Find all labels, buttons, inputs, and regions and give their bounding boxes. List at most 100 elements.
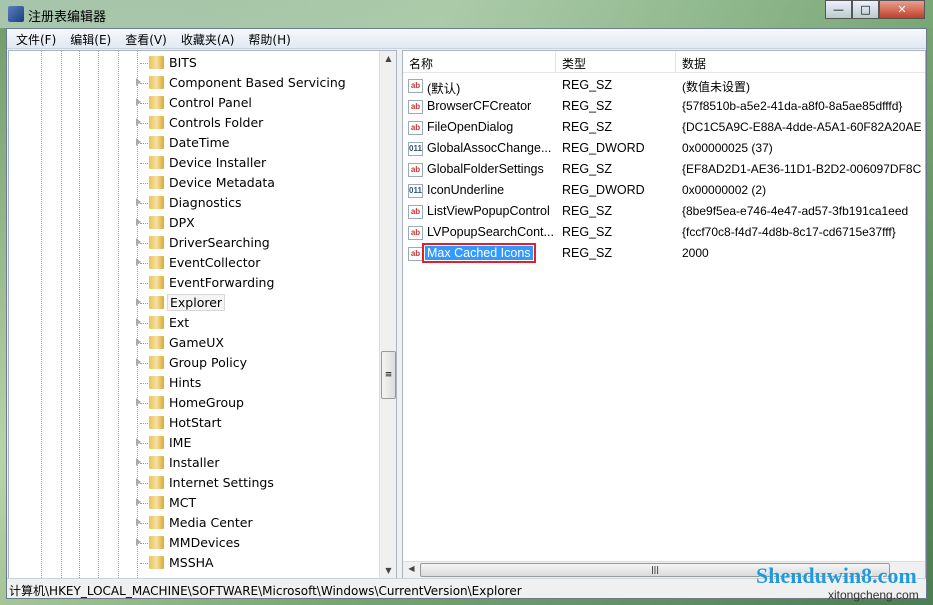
value-data: {DC1C5A9C-E88A-4dde-A5A1-60F82A20AE: [682, 120, 922, 134]
value-row[interactable]: ab ListViewPopupControl REG_SZ {8be9f5ea-e7…: [403, 202, 925, 223]
menu-file[interactable]: 文件(F): [9, 29, 63, 48]
maximize-button[interactable]: □: [852, 0, 879, 19]
tree-vertical-scrollbar[interactable]: ▲ ≡ ▼: [379, 51, 396, 578]
value-data: 2000: [682, 246, 709, 260]
tree-item[interactable]: EventCollector: [9, 253, 379, 273]
tree-item[interactable]: Device Metadata: [9, 173, 379, 193]
tree-item-label: IME: [169, 435, 192, 450]
menu-favorites[interactable]: 收藏夹(A): [174, 29, 242, 48]
scroll-left-arrow-icon[interactable]: ◀: [403, 564, 420, 573]
tree-item[interactable]: Diagnostics: [9, 193, 379, 213]
expand-arrow-icon[interactable]: [136, 198, 141, 206]
column-header-type[interactable]: 类型: [556, 51, 676, 73]
expand-arrow-icon[interactable]: [136, 498, 141, 506]
expand-arrow-icon[interactable]: [136, 138, 141, 146]
value-row[interactable]: ab Max Cached Icons REG_SZ 2000: [403, 243, 925, 265]
tree-item[interactable]: Installer: [9, 453, 379, 473]
tree-item[interactable]: IME: [9, 433, 379, 453]
tree-item[interactable]: DriverSearching: [9, 233, 379, 253]
tree-item[interactable]: HotStart: [9, 413, 379, 433]
tree-item[interactable]: Group Policy: [9, 353, 379, 373]
folder-icon: [149, 516, 164, 529]
expand-arrow-icon[interactable]: [136, 398, 141, 406]
tree-item[interactable]: DateTime: [9, 133, 379, 153]
tree-item[interactable]: Internet Settings: [9, 473, 379, 493]
column-header-name[interactable]: 名称: [403, 51, 556, 73]
tree-item-label: GameUX: [169, 335, 224, 350]
folder-icon: [149, 176, 164, 189]
value-row[interactable]: 011 IconUnderline REG_DWORD 0x00000002 (2): [403, 181, 925, 202]
menu-edit[interactable]: 编辑(E): [63, 29, 118, 48]
value-name: IconUnderline: [427, 183, 505, 197]
value-row[interactable]: ab FileOpenDialog REG_SZ {DC1C5A9C-E88A-4dd…: [403, 118, 925, 139]
menu-view[interactable]: 查看(V): [118, 29, 174, 48]
folder-icon: [149, 116, 164, 129]
expand-arrow-icon[interactable]: [136, 458, 141, 466]
expand-arrow-icon[interactable]: [136, 438, 141, 446]
value-row[interactable]: ab LVPopupSearchCont... REG_SZ {fccf70c8-f4…: [403, 223, 925, 244]
value-row[interactable]: ab BrowserCFCreator REG_SZ {57f8510b-a5e2-4…: [403, 97, 925, 118]
folder-icon: [149, 356, 164, 369]
string-value-icon: ab: [408, 79, 423, 93]
tree-item-label: Media Center: [169, 515, 253, 530]
folder-icon: [149, 156, 164, 169]
scroll-up-arrow-icon[interactable]: ▲: [380, 54, 397, 63]
tree-item[interactable]: HomeGroup: [9, 393, 379, 413]
folder-icon: [149, 416, 164, 429]
value-row[interactable]: ab GlobalFolderSettings REG_SZ {EF8AD2D1-AE…: [403, 160, 925, 181]
value-name: GlobalFolderSettings: [427, 162, 544, 176]
tree-item[interactable]: Media Center: [9, 513, 379, 533]
expand-arrow-icon[interactable]: [136, 538, 141, 546]
expand-arrow-icon[interactable]: [136, 78, 141, 86]
tree-item[interactable]: Control Panel: [9, 93, 379, 113]
expand-arrow-icon[interactable]: [136, 338, 141, 346]
tree-item[interactable]: Controls Folder: [9, 113, 379, 133]
expand-arrow-icon[interactable]: [136, 518, 141, 526]
watermark-main: Shenduwin8.com: [756, 563, 917, 588]
scroll-down-arrow-icon[interactable]: ▼: [380, 566, 397, 575]
close-button[interactable]: ✕: [879, 0, 925, 19]
tree-item-label: MSSHA: [169, 555, 214, 570]
tree-item-label: Component Based Servicing: [169, 75, 346, 90]
minimize-button[interactable]: —: [825, 0, 852, 19]
tree-item[interactable]: DPX: [9, 213, 379, 233]
expand-arrow-icon[interactable]: [136, 218, 141, 226]
expand-arrow-icon[interactable]: [136, 238, 141, 246]
values-header: 名称 类型 数据: [403, 51, 925, 73]
tree-item[interactable]: BITS: [9, 53, 379, 73]
value-data: 0x00000002 (2): [682, 183, 767, 197]
tree-item-label: Explorer: [167, 294, 226, 311]
expand-arrow-icon[interactable]: [136, 358, 141, 366]
expand-arrow-icon[interactable]: [136, 258, 141, 266]
tree-item[interactable]: Device Installer: [9, 153, 379, 173]
tree-item[interactable]: EventForwarding: [9, 273, 379, 293]
tree-item[interactable]: Ext: [9, 313, 379, 333]
value-data: (数值未设置): [682, 80, 750, 94]
menu-help[interactable]: 帮助(H): [241, 29, 297, 48]
expand-arrow-icon[interactable]: [136, 478, 141, 486]
tree-item[interactable]: Hints: [9, 373, 379, 393]
tree-item[interactable]: Explorer: [9, 293, 379, 313]
tree-scroll-thumb[interactable]: ≡: [381, 351, 396, 399]
tree-item-label: Diagnostics: [169, 195, 242, 210]
tree-item[interactable]: MMDevices: [9, 533, 379, 553]
tree-item-label: HomeGroup: [169, 395, 244, 410]
regedit-app-icon: [8, 6, 24, 22]
value-name: GlobalAssocChange...: [427, 141, 552, 155]
tree-item[interactable]: Component Based Servicing: [9, 73, 379, 93]
folder-icon: [149, 456, 164, 469]
expand-arrow-icon[interactable]: [136, 98, 141, 106]
tree-item[interactable]: MCT: [9, 493, 379, 513]
tree-item[interactable]: MSSHA: [9, 553, 379, 573]
folder-icon: [149, 376, 164, 389]
expand-arrow-icon[interactable]: [136, 318, 141, 326]
value-data: {EF8AD2D1-AE36-11D1-B2D2-006097DF8C: [682, 162, 922, 176]
folder-icon: [149, 276, 164, 289]
tree-item-label: MCT: [169, 495, 197, 510]
tree-item[interactable]: GameUX: [9, 333, 379, 353]
expand-arrow-icon[interactable]: [136, 298, 141, 306]
value-row[interactable]: 011 GlobalAssocChange... REG_DWORD 0x000000…: [403, 139, 925, 160]
expand-arrow-icon[interactable]: [136, 118, 141, 126]
value-row[interactable]: ab (默认) REG_SZ (数值未设置): [403, 76, 925, 97]
column-header-data[interactable]: 数据: [676, 51, 925, 73]
